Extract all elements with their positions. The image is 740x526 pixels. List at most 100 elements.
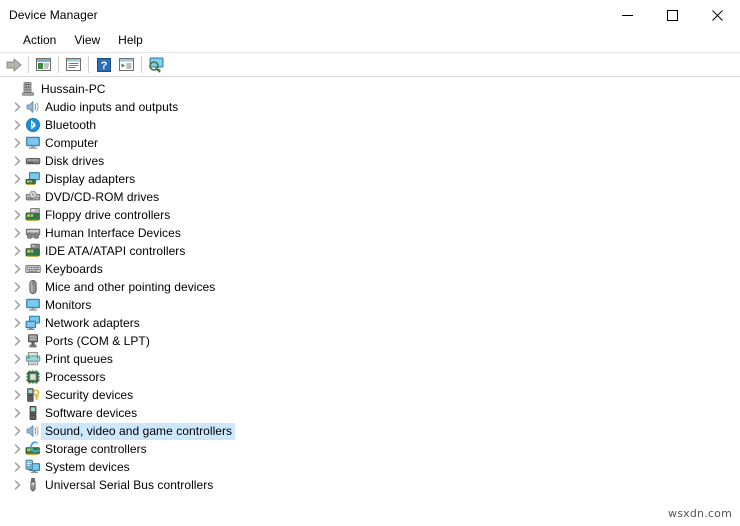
window-title: Device Manager xyxy=(0,0,98,30)
monitor-icon xyxy=(25,297,41,313)
tree-item[interactable]: IDE ATA/ATAPI controllers xyxy=(0,242,740,260)
expand-chevron-icon[interactable] xyxy=(9,296,25,314)
show-hidden-devices-button[interactable] xyxy=(145,54,168,76)
printer-icon xyxy=(25,351,41,367)
expand-chevron-icon[interactable] xyxy=(9,404,25,422)
tree-children: Audio inputs and outputsBluetoothCompute… xyxy=(0,98,740,494)
tree-item[interactable]: System devices xyxy=(0,458,740,476)
tree-item-label: Software devices xyxy=(41,405,140,422)
expand-chevron-icon[interactable] xyxy=(9,134,25,152)
expand-chevron-icon[interactable] xyxy=(9,332,25,350)
expand-chevron-icon[interactable] xyxy=(9,152,25,170)
tree-item-label: Print queues xyxy=(41,351,116,368)
root-expander[interactable] xyxy=(5,80,21,98)
expand-chevron-icon[interactable] xyxy=(9,476,25,494)
tree-item-label: Floppy drive controllers xyxy=(41,207,173,224)
maximize-button[interactable] xyxy=(650,0,695,30)
tree-item[interactable]: Universal Serial Bus controllers xyxy=(0,476,740,494)
tree-item[interactable]: Software devices xyxy=(0,404,740,422)
tree-item[interactable]: Print queues xyxy=(0,350,740,368)
scan-hardware-icon xyxy=(118,57,135,73)
tree-item-label: Human Interface Devices xyxy=(41,225,184,242)
usb-icon xyxy=(25,477,41,493)
tree-item[interactable]: Processors xyxy=(0,368,740,386)
tree-item[interactable]: Mice and other pointing devices xyxy=(0,278,740,296)
system-device-icon xyxy=(25,459,41,475)
expand-chevron-icon[interactable] xyxy=(9,314,25,332)
toolbar-separator-2 xyxy=(58,56,59,73)
expand-chevron-icon[interactable] xyxy=(9,368,25,386)
forward-button[interactable] xyxy=(2,54,25,76)
tree-item[interactable]: Audio inputs and outputs xyxy=(0,98,740,116)
port-icon xyxy=(25,333,41,349)
toolbar: ? xyxy=(0,52,740,77)
tree-item[interactable]: Storage controllers xyxy=(0,440,740,458)
tree-item-label: Processors xyxy=(41,369,109,386)
svg-text:?: ? xyxy=(100,60,107,72)
expand-chevron-icon[interactable] xyxy=(9,260,25,278)
expand-chevron-icon[interactable] xyxy=(9,386,25,404)
device-tree[interactable]: Hussain-PC Audio inputs and outputsBluet… xyxy=(0,77,740,517)
tree-item-label: Sound, video and game controllers xyxy=(41,423,235,440)
dvd-drive-icon xyxy=(25,189,41,205)
expand-chevron-icon[interactable] xyxy=(9,224,25,242)
tree-item[interactable]: Ports (COM & LPT) xyxy=(0,332,740,350)
properties-button[interactable] xyxy=(32,54,55,76)
title-bar: Device Manager xyxy=(0,0,740,30)
menu-bar: Action View Help xyxy=(0,30,740,52)
menu-item-action[interactable]: Action xyxy=(14,31,65,51)
expand-chevron-icon[interactable] xyxy=(9,278,25,296)
forward-arrow-icon xyxy=(5,57,23,73)
processor-icon xyxy=(25,369,41,385)
security-device-icon xyxy=(25,387,41,403)
tree-item[interactable]: Monitors xyxy=(0,296,740,314)
keyboard-icon xyxy=(25,261,41,277)
expand-chevron-icon[interactable] xyxy=(9,422,25,440)
tree-item-label: Display adapters xyxy=(41,171,138,188)
computer-tower-icon xyxy=(21,81,37,97)
expand-chevron-icon[interactable] xyxy=(9,440,25,458)
tree-item[interactable]: Bluetooth xyxy=(0,116,740,134)
tree-item-label: Storage controllers xyxy=(41,441,150,458)
tree-item[interactable]: Display adapters xyxy=(0,170,740,188)
toolbar-separator-3 xyxy=(88,56,89,73)
expand-chevron-icon[interactable] xyxy=(9,458,25,476)
expand-chevron-icon[interactable] xyxy=(9,206,25,224)
tree-item[interactable]: Floppy drive controllers xyxy=(0,206,740,224)
window-controls xyxy=(605,0,740,30)
help-button[interactable]: ? xyxy=(92,54,115,76)
expand-chevron-icon[interactable] xyxy=(9,242,25,260)
tree-item-label: Computer xyxy=(41,135,101,152)
close-icon xyxy=(712,10,723,21)
disk-drive-icon xyxy=(25,153,41,169)
tree-item[interactable]: Keyboards xyxy=(0,260,740,278)
expand-chevron-icon[interactable] xyxy=(9,116,25,134)
storage-controller-icon xyxy=(25,441,41,457)
tree-item[interactable]: Sound, video and game controllers xyxy=(0,422,740,440)
close-button[interactable] xyxy=(695,0,740,30)
software-device-icon xyxy=(25,405,41,421)
speaker-icon xyxy=(25,99,41,115)
tree-item[interactable]: Security devices xyxy=(0,386,740,404)
monitor-icon xyxy=(25,135,41,151)
scan-hardware-button[interactable] xyxy=(115,54,138,76)
tree-item-label: Monitors xyxy=(41,297,94,314)
bluetooth-icon xyxy=(25,117,41,133)
minimize-button[interactable] xyxy=(605,0,650,30)
tree-item[interactable]: Disk drives xyxy=(0,152,740,170)
tree-item-label: DVD/CD-ROM drives xyxy=(41,189,162,206)
update-driver-button[interactable] xyxy=(62,54,85,76)
tree-item[interactable]: Computer xyxy=(0,134,740,152)
update-driver-icon xyxy=(65,57,82,73)
expand-chevron-icon[interactable] xyxy=(9,350,25,368)
menu-item-help[interactable]: Help xyxy=(109,31,152,51)
tree-item[interactable]: Human Interface Devices xyxy=(0,224,740,242)
tree-item[interactable]: DVD/CD-ROM drives xyxy=(0,188,740,206)
expand-chevron-icon[interactable] xyxy=(9,170,25,188)
tree-root-node[interactable]: Hussain-PC xyxy=(0,80,740,98)
menu-item-view[interactable]: View xyxy=(65,31,109,51)
tree-item[interactable]: Network adapters xyxy=(0,314,740,332)
tree-item-label: Ports (COM & LPT) xyxy=(41,333,153,350)
expand-chevron-icon[interactable] xyxy=(9,98,25,116)
expand-chevron-icon[interactable] xyxy=(9,188,25,206)
